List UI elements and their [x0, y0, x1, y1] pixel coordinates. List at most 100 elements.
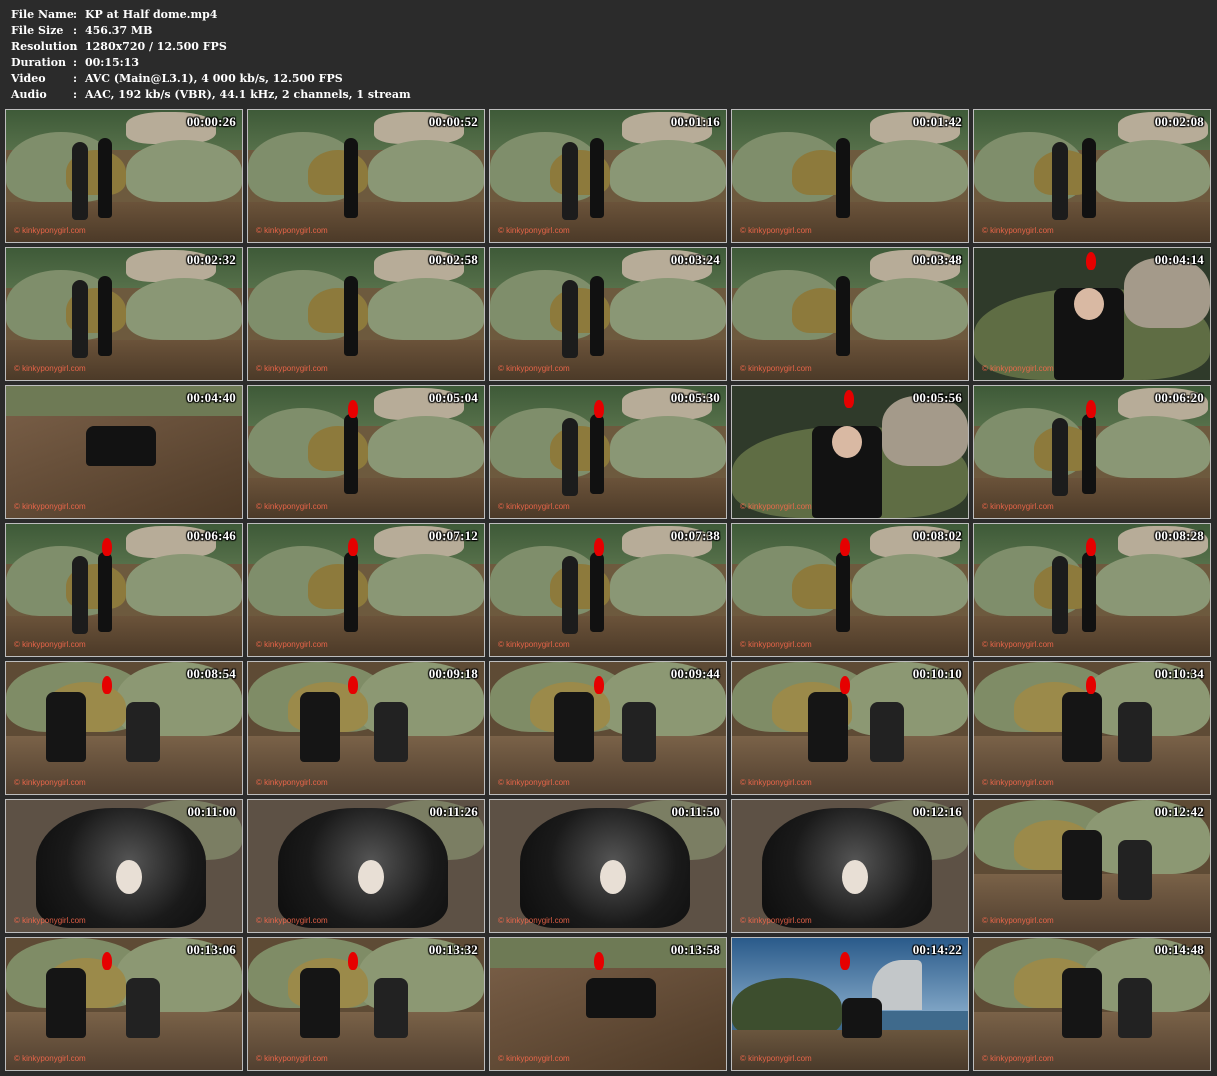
- video-thumbnail: 00:01:42 © kinkyponygirl.com: [731, 109, 969, 243]
- thumbnail-timecode: 00:13:32: [428, 942, 478, 957]
- thumbnail-watermark: © kinkyponygirl.com: [982, 226, 1054, 235]
- thumbnail-watermark: © kinkyponygirl.com: [498, 226, 570, 235]
- video-thumbnail: 00:02:58 © kinkyponygirl.com: [247, 247, 485, 381]
- red-plume-icon: [348, 538, 358, 556]
- thumbnail-watermark: © kinkyponygirl.com: [982, 1054, 1054, 1063]
- red-plume-icon: [348, 676, 358, 694]
- thumbnail-watermark: © kinkyponygirl.com: [498, 1054, 570, 1063]
- thumbnail-timecode: 00:02:08: [1154, 114, 1204, 129]
- thumbnail-watermark: © kinkyponygirl.com: [14, 226, 86, 235]
- red-plume-icon: [348, 952, 358, 970]
- file-info-separator: :: [73, 56, 78, 69]
- thumbnail-timecode: 00:14:22: [912, 942, 962, 957]
- video-thumbnail: 00:00:52 © kinkyponygirl.com: [247, 109, 485, 243]
- file-info-row: File Name: KP at Half dome.mp4: [11, 7, 611, 23]
- thumbnail-timecode: 00:02:32: [186, 252, 236, 267]
- video-thumbnail: 00:11:50 © kinkyponygirl.com: [489, 799, 727, 933]
- video-thumbnail: 00:01:16 © kinkyponygirl.com: [489, 109, 727, 243]
- file-info-row: Resolution:1280x720 / 12.500 FPS: [11, 39, 611, 55]
- thumbnail-watermark: © kinkyponygirl.com: [498, 640, 570, 649]
- thumbnail-watermark: © kinkyponygirl.com: [14, 778, 86, 787]
- video-thumbnail: 00:00:26 © kinkyponygirl.com: [5, 109, 243, 243]
- video-thumbnail: 00:13:06 © kinkyponygirl.com: [5, 937, 243, 1071]
- video-thumbnail: 00:05:56 © kinkyponygirl.com: [731, 385, 969, 519]
- file-info-separator: :: [73, 40, 78, 53]
- thumbnail-timecode: 00:12:16: [912, 804, 962, 819]
- video-thumbnail: 00:07:38 © kinkyponygirl.com: [489, 523, 727, 657]
- file-info-row: Duration:00:15:13: [11, 55, 611, 71]
- file-info-separator: :: [73, 72, 78, 85]
- thumbnail-watermark: © kinkyponygirl.com: [14, 640, 86, 649]
- file-info-header: File Name: KP at Half dome.mp4 File Size:4…: [11, 7, 611, 103]
- video-thumbnail: 00:05:04 © kinkyponygirl.com: [247, 385, 485, 519]
- thumbnail-watermark: © kinkyponygirl.com: [982, 502, 1054, 511]
- thumbnail-watermark: © kinkyponygirl.com: [740, 778, 812, 787]
- thumbnail-timecode: 00:05:56: [912, 390, 962, 405]
- video-thumbnail: 00:03:24 © kinkyponygirl.com: [489, 247, 727, 381]
- red-plume-icon: [102, 538, 112, 556]
- thumbnail-timecode: 00:05:04: [428, 390, 478, 405]
- red-plume-icon: [1086, 538, 1096, 556]
- video-thumbnail: 00:09:44 © kinkyponygirl.com: [489, 661, 727, 795]
- thumbnail-watermark: © kinkyponygirl.com: [256, 640, 328, 649]
- file-info-rows: File Name: KP at Half dome.mp4 File Size:4…: [11, 7, 611, 103]
- thumbnail-timecode: 00:11:00: [187, 804, 236, 819]
- thumbnail-watermark: © kinkyponygirl.com: [256, 226, 328, 235]
- thumbnail-watermark: © kinkyponygirl.com: [498, 778, 570, 787]
- video-thumbnail: 00:11:26 © kinkyponygirl.com: [247, 799, 485, 933]
- thumbnail-watermark: © kinkyponygirl.com: [14, 364, 86, 373]
- red-plume-icon: [594, 400, 604, 418]
- thumbnail-timecode: 00:14:48: [1154, 942, 1204, 957]
- thumbnail-timecode: 00:08:54: [186, 666, 236, 681]
- thumbnail-timecode: 00:12:42: [1154, 804, 1204, 819]
- thumbnail-watermark: © kinkyponygirl.com: [256, 502, 328, 511]
- video-thumbnail: 00:09:18 © kinkyponygirl.com: [247, 661, 485, 795]
- thumbnail-timecode: 00:10:10: [912, 666, 962, 681]
- thumbnail-timecode: 00:00:52: [428, 114, 478, 129]
- red-plume-icon: [102, 952, 112, 970]
- video-thumbnail: 00:04:14 © kinkyponygirl.com: [973, 247, 1211, 381]
- thumbnail-timecode: 00:01:42: [912, 114, 962, 129]
- red-plume-icon: [844, 390, 854, 408]
- thumbnail-watermark: © kinkyponygirl.com: [982, 640, 1054, 649]
- red-plume-icon: [1086, 400, 1096, 418]
- thumbnail-watermark: © kinkyponygirl.com: [740, 640, 812, 649]
- thumbnail-timecode: 00:02:58: [428, 252, 478, 267]
- file-info-value: AAC, 192 kb/s (VBR), 44.1 kHz, 2 channel…: [85, 88, 411, 101]
- file-info-separator: :: [73, 88, 78, 101]
- video-thumbnail: 00:08:54 © kinkyponygirl.com: [5, 661, 243, 795]
- thumbnail-timecode: 00:10:34: [1154, 666, 1204, 681]
- file-info-value: 456.37 MB: [85, 24, 153, 37]
- thumbnail-timecode: 00:03:48: [912, 252, 962, 267]
- thumbnail-watermark: © kinkyponygirl.com: [740, 364, 812, 373]
- thumbnail-watermark: © kinkyponygirl.com: [498, 364, 570, 373]
- thumbnail-grid: 00:00:26 © kinkyponygirl.com 00:00:52 © kin…: [5, 109, 1211, 1071]
- video-thumbnail: 00:10:34 © kinkyponygirl.com: [973, 661, 1211, 795]
- thumbnail-watermark: © kinkyponygirl.com: [740, 502, 812, 511]
- file-info-value: KP at Half dome.mp4: [85, 8, 218, 21]
- thumbnail-watermark: © kinkyponygirl.com: [256, 364, 328, 373]
- file-info-value: AVC (Main@L3.1), 4 000 kb/s, 12.500 FPS: [85, 72, 343, 85]
- file-info-key: Audio: [11, 88, 47, 101]
- video-thumbnail: 00:04:40 © kinkyponygirl.com: [5, 385, 243, 519]
- red-plume-icon: [594, 676, 604, 694]
- file-info-row: File Size:456.37 MB: [11, 23, 611, 39]
- thumbnail-timecode: 00:06:46: [186, 528, 236, 543]
- file-info-row: Video: AVC (Main@L3.1), 4 000 kb/s, 12.50…: [11, 71, 611, 87]
- thumbnail-timecode: 00:04:40: [186, 390, 236, 405]
- video-thumbnail: 00:12:16 © kinkyponygirl.com: [731, 799, 969, 933]
- thumbnail-watermark: © kinkyponygirl.com: [982, 364, 1054, 373]
- red-plume-icon: [1086, 676, 1096, 694]
- file-info-key: Resolution: [11, 40, 78, 53]
- thumbnail-watermark: © kinkyponygirl.com: [982, 916, 1054, 925]
- thumbnail-watermark: © kinkyponygirl.com: [740, 226, 812, 235]
- thumbnail-watermark: © kinkyponygirl.com: [256, 1054, 328, 1063]
- thumbnail-timecode: 00:07:38: [670, 528, 720, 543]
- video-thumbnail: 00:05:30 © kinkyponygirl.com: [489, 385, 727, 519]
- thumbnail-watermark: © kinkyponygirl.com: [14, 916, 86, 925]
- thumbnail-timecode: 00:09:18: [428, 666, 478, 681]
- red-plume-icon: [102, 676, 112, 694]
- video-thumbnail: 00:08:02 © kinkyponygirl.com: [731, 523, 969, 657]
- video-thumbnail: 00:12:42 © kinkyponygirl.com: [973, 799, 1211, 933]
- red-plume-icon: [594, 538, 604, 556]
